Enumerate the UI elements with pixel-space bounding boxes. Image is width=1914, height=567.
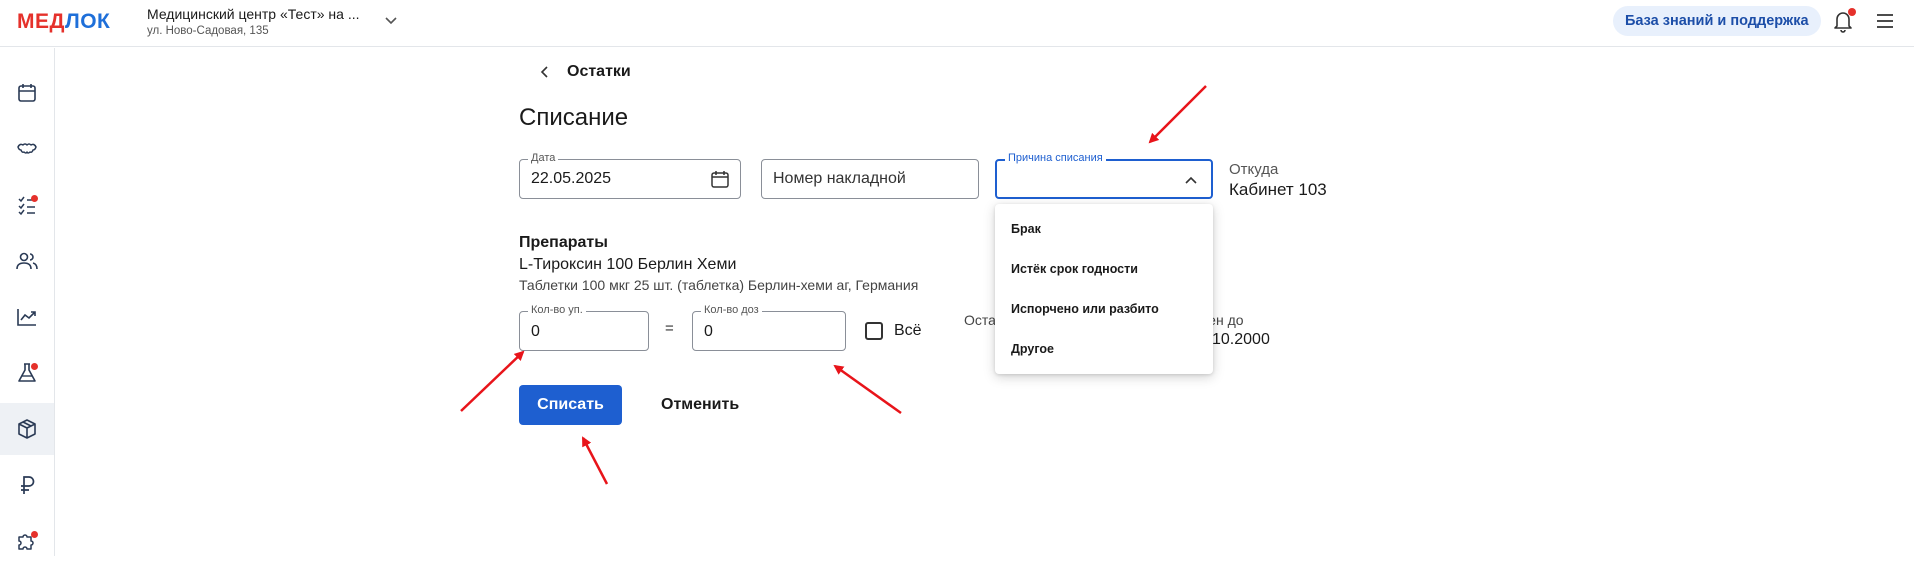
reason-dropdown-menu: Брак Истёк срок годности Испорчено или р… — [995, 204, 1213, 374]
logo[interactable]: МЕДЛОК — [17, 10, 110, 34]
sidebar-item-lab[interactable] — [0, 347, 54, 399]
sidebar — [0, 48, 55, 556]
reason-option-expired[interactable]: Истёк срок годности — [995, 249, 1213, 289]
equals-sign: = — [665, 320, 674, 337]
notification-badge — [1848, 8, 1856, 16]
date-field[interactable]: Дата 22.05.2025 — [519, 152, 741, 199]
from-value: Кабинет 103 — [1229, 180, 1327, 199]
reason-option-damaged[interactable]: Испорчено или разбито — [995, 289, 1213, 329]
from-label: Откуда — [1229, 161, 1279, 178]
annotation-arrow-doses — [833, 364, 902, 415]
date-label: Дата — [528, 152, 559, 164]
sidebar-item-patients[interactable] — [0, 235, 54, 287]
help-button[interactable]: База знаний и поддержка — [1613, 6, 1821, 36]
sidebar-item-dental[interactable] — [0, 123, 54, 175]
cancel-button[interactable]: Отменить — [649, 385, 751, 425]
tooth-icon — [17, 143, 37, 154]
clinic-selector[interactable]: Медицинский центр «Тест» на ... ул. Ново… — [147, 6, 359, 37]
all-checkbox-label[interactable]: Всё — [894, 322, 922, 340]
packs-label: Кол-во уп. — [528, 304, 586, 316]
tasks-badge — [31, 195, 38, 202]
drug-name: L-Тироксин 100 Берлин Хеми — [519, 256, 737, 273]
drugs-heading: Препараты — [519, 234, 608, 251]
sidebar-item-analytics[interactable] — [0, 291, 54, 343]
packs-value: 0 — [531, 323, 540, 340]
invoice-placeholder: Номер накладной — [773, 170, 906, 187]
back-label: Остатки — [567, 63, 631, 80]
annotation-arrows — [460, 85, 1207, 485]
ruble-icon — [21, 476, 35, 494]
sidebar-item-schedule[interactable] — [0, 67, 54, 119]
back-link[interactable]: Остатки — [537, 63, 631, 81]
page-title: Списание — [519, 104, 629, 131]
valid-until-value: 10.2000 — [1212, 331, 1270, 348]
annotation-arrow-packs — [460, 350, 525, 412]
drug-description: Таблетки 100 мкг 25 шт. (таблетка) Берли… — [519, 277, 919, 293]
clinic-name: Медицинский центр «Тест» на ... — [147, 6, 360, 22]
packs-quantity-input[interactable]: Кол-во уп. 0 — [519, 304, 649, 351]
chevron-left-icon — [540, 66, 548, 78]
invoice-number-input[interactable]: Номер накладной — [761, 159, 979, 199]
annotation-arrow-submit — [581, 436, 609, 485]
integrations-badge — [31, 531, 38, 538]
box-icon — [18, 419, 36, 439]
writeoff-reason-select[interactable]: Причина списания — [995, 152, 1213, 199]
reason-option-defect[interactable]: Брак — [995, 209, 1213, 249]
chevron-up-icon — [1185, 176, 1197, 184]
chevron-down-icon[interactable] — [382, 12, 400, 30]
lab-badge — [31, 363, 38, 370]
annotation-arrow-reason — [1148, 85, 1207, 144]
sidebar-item-finance[interactable] — [0, 459, 54, 511]
users-icon — [16, 252, 38, 270]
writeoff-button[interactable]: Списать — [519, 385, 622, 425]
doses-quantity-input[interactable]: Кол-во доз 0 — [692, 304, 846, 351]
menu-icon[interactable] — [1874, 10, 1896, 32]
clinic-address: ул. Ново-Садовая, 135 — [147, 25, 269, 37]
top-bar: МЕДЛОК Медицинский центр «Тест» на ... у… — [0, 0, 1914, 47]
doses-value: 0 — [704, 323, 713, 340]
doses-label: Кол-во доз — [701, 304, 762, 316]
calendar-icon[interactable] — [710, 169, 730, 189]
calendar-icon — [18, 84, 36, 102]
reason-label: Причина списания — [1005, 152, 1106, 164]
reason-option-other[interactable]: Другое — [995, 329, 1213, 369]
date-value: 22.05.2025 — [531, 170, 612, 187]
remaining-label: Оста — [964, 312, 996, 328]
sidebar-item-tasks[interactable] — [0, 179, 54, 231]
sidebar-item-integrations[interactable] — [0, 515, 54, 567]
chart-icon — [17, 309, 36, 326]
all-checkbox[interactable] — [865, 322, 883, 340]
sidebar-item-stock[interactable] — [0, 403, 54, 455]
